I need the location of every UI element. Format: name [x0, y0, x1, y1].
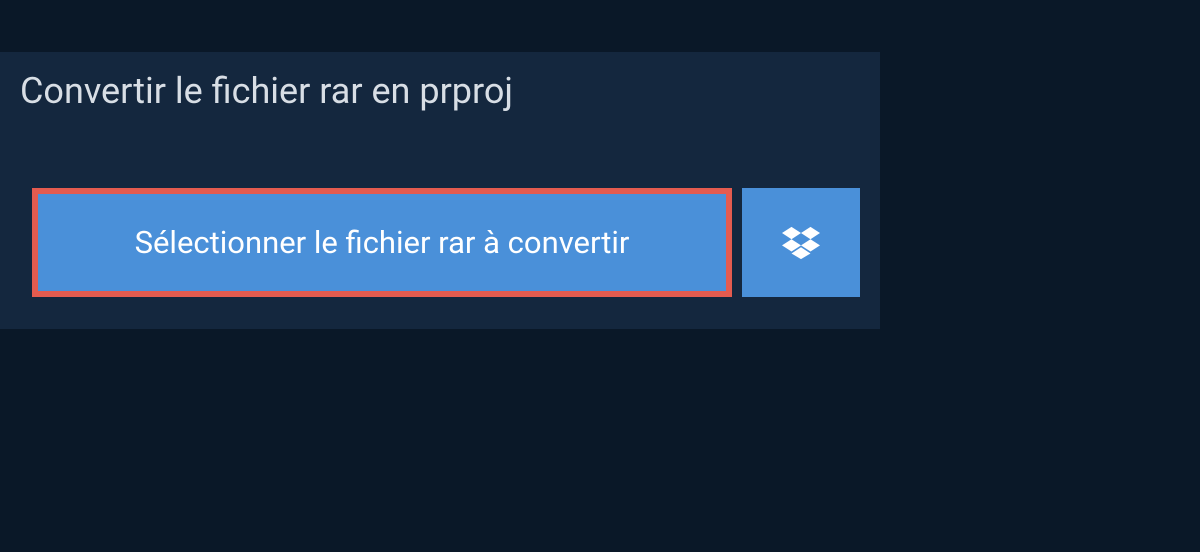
converter-panel: Convertir le fichier rar en prproj Sélec…: [0, 52, 880, 329]
select-file-button[interactable]: Sélectionner le fichier rar à convertir: [32, 188, 732, 297]
select-file-label: Sélectionner le fichier rar à convertir: [135, 224, 630, 261]
page-title: Convertir le fichier rar en prproj: [0, 52, 541, 130]
dropbox-button[interactable]: [742, 188, 860, 297]
action-row: Sélectionner le fichier rar à convertir: [32, 188, 880, 297]
dropbox-icon: [782, 226, 820, 260]
